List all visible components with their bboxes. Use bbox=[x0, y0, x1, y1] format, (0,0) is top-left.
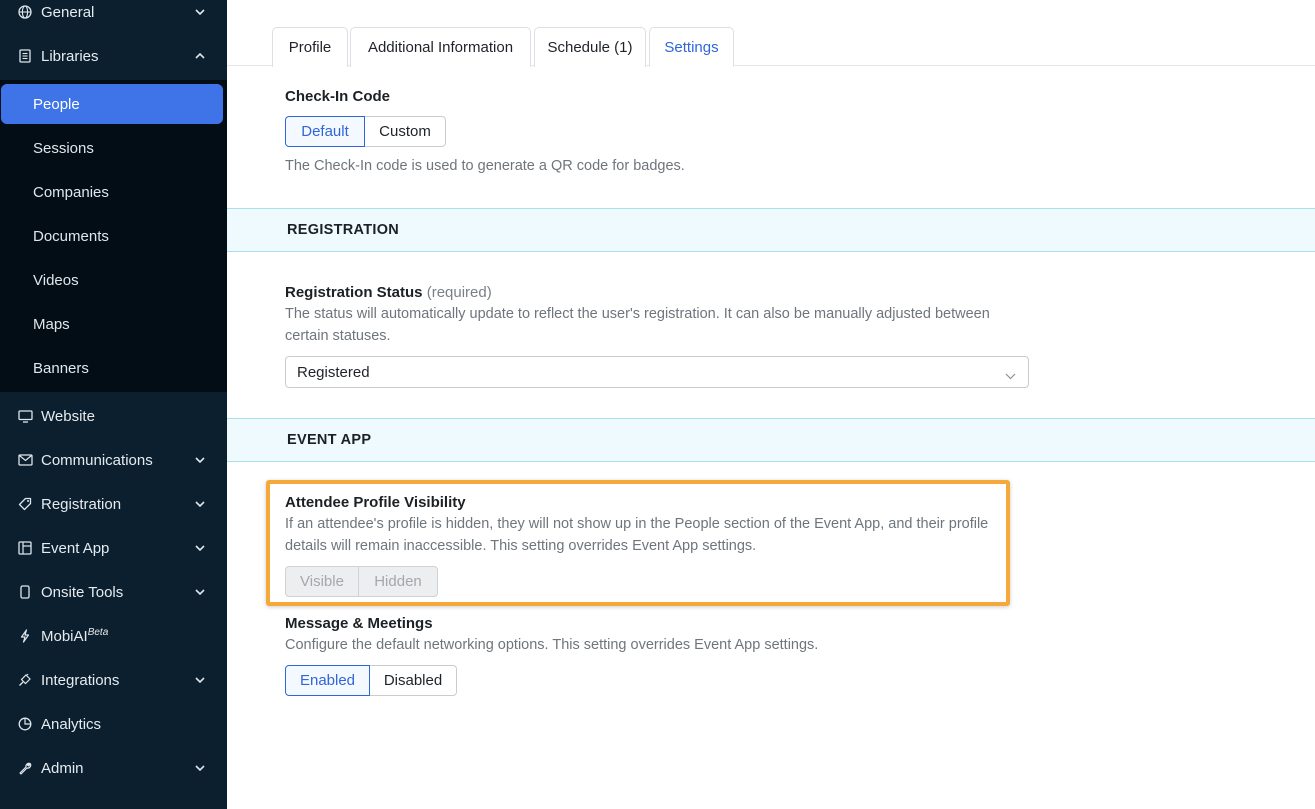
sidebar-item-label: Maps bbox=[33, 315, 70, 333]
chevron-down-icon bbox=[1005, 367, 1016, 384]
nav-analytics-label: Analytics bbox=[41, 715, 102, 733]
nav-libraries[interactable]: Libraries bbox=[0, 34, 227, 78]
messaging-disabled-option[interactable]: Disabled bbox=[370, 665, 457, 696]
checkin-code-title: Check-In Code bbox=[285, 88, 391, 105]
registration-status-label: Registration Status bbox=[285, 284, 423, 301]
nav-event-app-label: Event App bbox=[41, 539, 110, 557]
chevron-down-icon bbox=[195, 675, 205, 685]
registration-status-title: Registration Status (required) bbox=[285, 284, 492, 301]
sidebar-item-banners[interactable]: Banners bbox=[0, 348, 227, 388]
sidebar-item-documents[interactable]: Documents bbox=[0, 216, 227, 256]
checkin-default-option[interactable]: Default bbox=[285, 116, 365, 147]
nav-admin[interactable]: Admin bbox=[0, 746, 227, 790]
pie-chart-icon bbox=[17, 716, 33, 732]
nav-libraries-label: Libraries bbox=[41, 47, 99, 65]
layout-icon bbox=[17, 540, 33, 556]
nav-integrations-label: Integrations bbox=[41, 671, 120, 689]
chevron-down-icon bbox=[195, 543, 205, 553]
message-meetings-help: Configure the default networking options… bbox=[285, 637, 819, 653]
event-app-section-heading: EVENT APP bbox=[287, 432, 372, 448]
nav-registration-label: Registration bbox=[41, 495, 122, 513]
checkin-code-help: The Check-In code is used to generate a … bbox=[285, 158, 685, 174]
nav-general[interactable]: General bbox=[0, 0, 227, 34]
main-content: Profile Additional Information Schedule … bbox=[227, 0, 1315, 809]
monitor-icon bbox=[17, 408, 33, 424]
book-icon bbox=[17, 48, 33, 64]
sidebar-item-maps[interactable]: Maps bbox=[0, 304, 227, 344]
phone-icon bbox=[17, 584, 33, 600]
nav-website-label: Website bbox=[41, 407, 95, 425]
registration-section-heading: REGISTRATION bbox=[287, 222, 400, 238]
checkin-custom-option[interactable]: Custom bbox=[365, 116, 446, 147]
event-app-section-header: EVENT APP bbox=[227, 418, 1315, 462]
sidebar-item-label: Videos bbox=[33, 271, 79, 289]
nav-communications-label: Communications bbox=[41, 451, 153, 469]
sidebar-item-label: Companies bbox=[33, 183, 109, 201]
checkin-code-toggle: Default Custom bbox=[285, 116, 446, 147]
highlight-box bbox=[266, 480, 1010, 606]
nav-analytics[interactable]: Analytics bbox=[0, 702, 227, 746]
tab-settings[interactable]: Settings bbox=[649, 27, 734, 67]
beta-superscript: Beta bbox=[87, 627, 109, 638]
sidebar-item-label: Documents bbox=[33, 227, 109, 245]
message-meetings-title: Message & Meetings bbox=[285, 615, 433, 632]
nav-mobiai-text: MobiAI bbox=[41, 628, 88, 645]
sidebar-item-people[interactable]: People bbox=[1, 84, 223, 124]
registration-status-select[interactable]: Registered bbox=[285, 356, 1029, 388]
globe-icon bbox=[17, 4, 33, 20]
nav-communications[interactable]: Communications bbox=[0, 438, 227, 482]
chevron-down-icon bbox=[195, 7, 205, 17]
sidebar: General Libraries People Sessions Compan… bbox=[0, 0, 227, 809]
chevron-down-icon bbox=[195, 455, 205, 465]
nav-event-app[interactable]: Event App bbox=[0, 526, 227, 570]
nav-website[interactable]: Website bbox=[0, 394, 227, 438]
nav-integrations[interactable]: Integrations bbox=[0, 658, 227, 702]
sidebar-item-label: Banners bbox=[33, 359, 89, 377]
nav-onsite-tools-label: Onsite Tools bbox=[41, 583, 124, 601]
bolt-icon bbox=[17, 628, 33, 644]
sidebar-item-sessions[interactable]: Sessions bbox=[0, 128, 227, 168]
nav-mobiai[interactable]: MobiAIBeta bbox=[0, 614, 227, 658]
wrench-icon bbox=[17, 760, 33, 776]
message-meetings-toggle: Enabled Disabled bbox=[285, 665, 457, 696]
tag-icon bbox=[17, 496, 33, 512]
registration-status-value: Registered bbox=[297, 363, 370, 381]
tab-profile[interactable]: Profile bbox=[272, 27, 348, 67]
nav-onsite-tools[interactable]: Onsite Tools bbox=[0, 570, 227, 614]
sidebar-item-label: People bbox=[33, 95, 80, 113]
tab-additional-information[interactable]: Additional Information bbox=[350, 27, 531, 67]
plug-icon bbox=[17, 672, 33, 688]
libraries-submenu: People Sessions Companies Documents Vide… bbox=[0, 80, 227, 392]
nav-admin-label: Admin bbox=[41, 759, 84, 777]
registration-section-header: REGISTRATION bbox=[227, 208, 1315, 252]
nav-general-label: General bbox=[41, 3, 95, 21]
tab-bar: Profile Additional Information Schedule … bbox=[227, 0, 1315, 67]
registration-status-help: The status will automatically update to … bbox=[285, 306, 990, 344]
sidebar-item-companies[interactable]: Companies bbox=[0, 172, 227, 212]
mail-icon bbox=[17, 452, 33, 468]
chevron-down-icon bbox=[195, 587, 205, 597]
required-indicator: (required) bbox=[426, 284, 492, 301]
chevron-up-icon bbox=[195, 51, 205, 61]
chevron-down-icon bbox=[195, 499, 205, 509]
nav-mobiai-label: MobiAIBeta bbox=[41, 627, 108, 645]
messaging-enabled-option[interactable]: Enabled bbox=[285, 665, 370, 696]
nav-registration[interactable]: Registration bbox=[0, 482, 227, 526]
chevron-down-icon bbox=[195, 763, 205, 773]
sidebar-item-label: Sessions bbox=[33, 139, 94, 157]
sidebar-item-videos[interactable]: Videos bbox=[0, 260, 227, 300]
tab-schedule[interactable]: Schedule (1) bbox=[534, 27, 646, 67]
